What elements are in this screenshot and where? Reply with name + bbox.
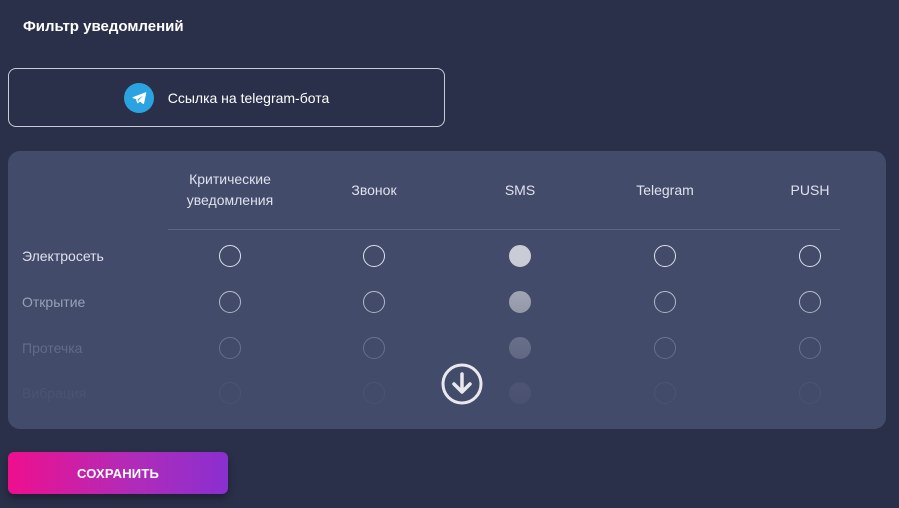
radio-call[interactable] [363, 291, 385, 313]
radio-sms[interactable] [509, 382, 531, 404]
telegram-link-label: Ссылка на telegram-бота [167, 89, 330, 106]
radio-push[interactable] [799, 382, 821, 404]
column-header-critical: Критические уведомления [186, 171, 274, 208]
radio-push[interactable] [799, 337, 821, 359]
row-label: Открытие [22, 294, 86, 310]
scroll-fade-overlay [8, 279, 886, 429]
column-header-push: PUSH [790, 182, 830, 198]
row-label: Вибрация [22, 385, 87, 401]
radio-telegram[interactable] [654, 382, 676, 404]
radio-sms[interactable] [509, 245, 531, 267]
radio-push[interactable] [799, 245, 821, 267]
column-header-sms: SMS [504, 182, 536, 198]
telegram-bot-link[interactable]: Ссылка на telegram-бота [8, 68, 445, 127]
row-label: Протечка [22, 340, 83, 356]
radio-call[interactable] [363, 245, 385, 267]
row-label: Электросеть [22, 248, 104, 264]
radio-telegram[interactable] [654, 245, 676, 267]
column-header-call: Звонок [351, 182, 397, 198]
radio-call[interactable] [363, 337, 385, 359]
radio-critical[interactable] [219, 337, 241, 359]
arrow-down-circle-icon[interactable] [440, 362, 484, 406]
radio-telegram[interactable] [654, 337, 676, 359]
radio-push[interactable] [799, 291, 821, 313]
radio-call[interactable] [363, 382, 385, 404]
radio-critical[interactable] [219, 245, 241, 267]
radio-sms[interactable] [509, 337, 531, 359]
radio-telegram[interactable] [654, 291, 676, 313]
radio-critical[interactable] [219, 291, 241, 313]
page-title: Фильтр уведомлений [23, 18, 184, 35]
save-button[interactable]: СОХРАНИТЬ [8, 452, 228, 494]
notification-filter-table: Критические уведомления Звонок SMS Telegram… [8, 151, 886, 429]
column-header-telegram: Telegram [636, 182, 694, 198]
telegram-icon [123, 82, 154, 113]
radio-critical[interactable] [219, 382, 241, 404]
radio-sms[interactable] [509, 291, 531, 313]
header-divider [168, 229, 840, 230]
